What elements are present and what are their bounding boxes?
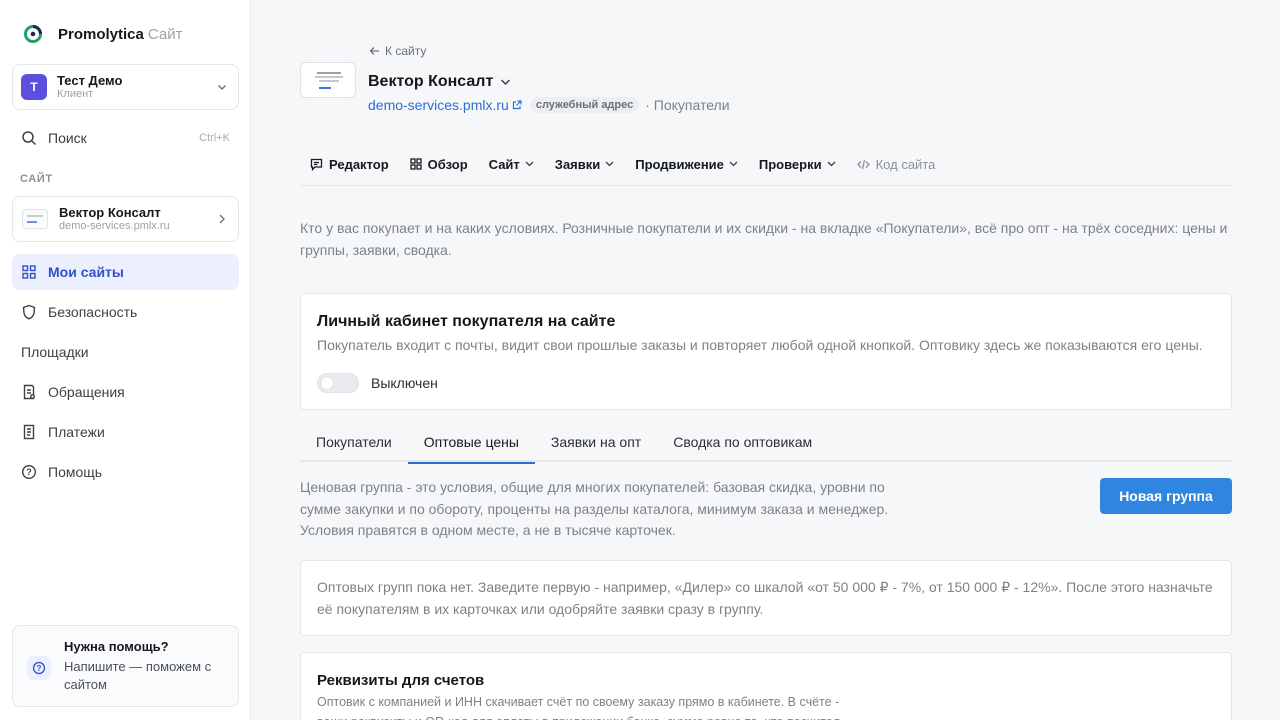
chevron-down-icon	[827, 161, 836, 167]
question-circle-icon: ?	[21, 464, 37, 480]
inbox-icon	[21, 384, 37, 400]
shield-icon	[21, 304, 37, 320]
sidebar-item-security[interactable]: Безопасность	[12, 294, 239, 330]
brand-name: Promolytica	[58, 25, 144, 43]
menu-editor[interactable]: Редактор	[300, 152, 389, 176]
svg-text:?: ?	[37, 664, 42, 673]
search-label: Поиск	[48, 130, 87, 146]
help-text: Напишите — поможем с сайтом	[64, 659, 212, 692]
menu-checks-label: Проверки	[758, 156, 822, 172]
cabinet-toggle-label: Выключен	[371, 375, 438, 391]
site-card-name: Вектор Консалт	[59, 205, 161, 220]
sidebar-item-label: Мои сайты	[48, 264, 124, 280]
current-section: · Покупатели	[645, 97, 730, 113]
section-label: САЙТ	[20, 173, 53, 185]
requisites-card: Реквизиты для счетов Оптовик с компанией…	[300, 652, 1232, 720]
help-card[interactable]: ? Нужна помощь? Напишите — поможем с сай…	[12, 625, 239, 707]
chevron-down-icon	[525, 161, 534, 167]
sidebar-item-label: Безопасность	[48, 304, 138, 320]
help-title: Нужна помощь?	[64, 639, 169, 654]
menu-overview[interactable]: Обзор	[410, 152, 468, 176]
search-button[interactable]: Поиск Ctrl+K	[12, 120, 239, 156]
site-subline: demo-services.pmlx.ru служебный адрес · …	[368, 97, 730, 113]
site-thumbnail	[22, 209, 48, 229]
cabinet-description: Покупатель входит с почты, видит свои пр…	[317, 337, 1203, 353]
menu-checks[interactable]: Проверки	[759, 152, 836, 176]
empty-groups-card: Оптовых групп пока нет. Заведите первую …	[300, 560, 1232, 636]
arrow-left-icon	[369, 47, 379, 55]
empty-groups-text: Оптовых групп пока нет. Заведите первую …	[317, 579, 1213, 617]
sidebar-item-help[interactable]: ? Помощь	[12, 454, 239, 490]
sidebar-item-platforms[interactable]: Площадки	[12, 334, 239, 370]
chevron-down-icon	[218, 85, 226, 90]
promolytica-logo-icon	[24, 25, 42, 43]
menu-site-code[interactable]: Код сайта	[856, 152, 936, 176]
tab-wholesaler-summary[interactable]: Сводка по оптовикам	[657, 424, 828, 462]
sidebar-item-label: Помощь	[48, 464, 103, 480]
page-intro: Кто у вас покупает и на каких условиях. …	[300, 220, 1228, 258]
search-icon	[21, 130, 37, 146]
account-switcher[interactable]: Т Тест Демо Клиент	[12, 64, 239, 110]
chevron-right-icon	[219, 214, 225, 224]
site-title: Вектор Консалт	[368, 73, 494, 90]
account-name: Тест Демо	[57, 73, 123, 88]
site-card-url: demo-services.pmlx.ru	[59, 220, 170, 232]
requisites-title: Реквизиты для счетов	[317, 672, 485, 689]
menu-promotion[interactable]: Продвижение	[635, 152, 738, 176]
code-icon	[856, 159, 870, 169]
sidebar-item-label: Обращения	[48, 384, 125, 400]
chevron-down-icon	[501, 79, 511, 86]
chevron-down-icon	[729, 161, 738, 167]
svg-text:?: ?	[26, 467, 32, 477]
comment-icon	[310, 158, 323, 171]
external-link-icon	[512, 100, 522, 110]
brand-suffix: Сайт	[147, 25, 183, 43]
menu-requests[interactable]: Заявки	[555, 152, 614, 176]
main-content: К сайту Вектор Консалт demo-services.pml…	[252, 0, 1280, 720]
back-to-site-link[interactable]: К сайту	[369, 44, 426, 58]
grid-icon	[21, 264, 37, 280]
sidebar-item-label: Платежи	[48, 424, 105, 440]
sidebar-item-requests[interactable]: Обращения	[12, 374, 239, 410]
chevron-down-icon	[605, 161, 614, 167]
cabinet-toggle[interactable]	[317, 373, 359, 393]
site-url-text: demo-services.pmlx.ru	[368, 97, 509, 113]
menu-site-code-label: Код сайта	[875, 156, 936, 172]
tab-wholesale-requests[interactable]: Заявки на опт	[535, 424, 657, 462]
search-shortcut: Ctrl+K	[199, 132, 230, 144]
requisites-description: Оптовик с компанией и ИНН скачивает счёт…	[317, 695, 840, 720]
site-title-dropdown[interactable]: Вектор Консалт	[368, 73, 511, 91]
site-preview-thumbnail[interactable]	[300, 62, 356, 98]
back-link-label: К сайту	[385, 44, 427, 58]
customer-tabs: Покупатели Оптовые цены Заявки на опт Св…	[300, 424, 1232, 464]
menu-requests-label: Заявки	[554, 156, 601, 172]
sidebar-item-payments[interactable]: Платежи	[12, 414, 239, 450]
receipt-icon	[21, 424, 37, 440]
site-url-link[interactable]: demo-services.pmlx.ru	[368, 97, 522, 113]
cabinet-title: Личный кабинет покупателя на сайте	[317, 313, 616, 330]
account-role: Клиент	[57, 88, 94, 100]
new-group-button[interactable]: Новая группа	[1100, 478, 1232, 514]
tab-buyers[interactable]: Покупатели	[300, 424, 408, 462]
menu-overview-label: Обзор	[427, 156, 468, 172]
buyer-cabinet-card: Личный кабинет покупателя на сайте Покуп…	[300, 293, 1232, 410]
site-card[interactable]: Вектор Консалт demo-services.pmlx.ru	[12, 196, 239, 242]
service-address-badge: служебный адрес	[529, 97, 640, 113]
grid-icon	[410, 158, 422, 170]
menu-promotion-label: Продвижение	[635, 156, 724, 172]
sidebar: Promolytica Сайт Т Тест Демо Клиент Поис…	[0, 0, 251, 720]
menu-site-label: Сайт	[488, 156, 520, 172]
sidebar-item-my-sites[interactable]: Мои сайты	[12, 254, 239, 290]
toggle-knob	[321, 377, 333, 389]
menu-site[interactable]: Сайт	[489, 152, 534, 176]
sidebar-item-label: Площадки	[21, 344, 89, 360]
menu-editor-label: Редактор	[329, 156, 389, 172]
avatar: Т	[21, 74, 47, 100]
brand[interactable]: Promolytica Сайт	[24, 22, 182, 46]
price-group-description: Ценовая группа - это условия, общие для …	[300, 479, 889, 538]
tab-wholesale-prices[interactable]: Оптовые цены	[407, 424, 535, 464]
site-top-menu: Редактор Обзор Сайт Заявки Продвижение П…	[300, 152, 1232, 186]
help-icon: ?	[27, 656, 51, 680]
